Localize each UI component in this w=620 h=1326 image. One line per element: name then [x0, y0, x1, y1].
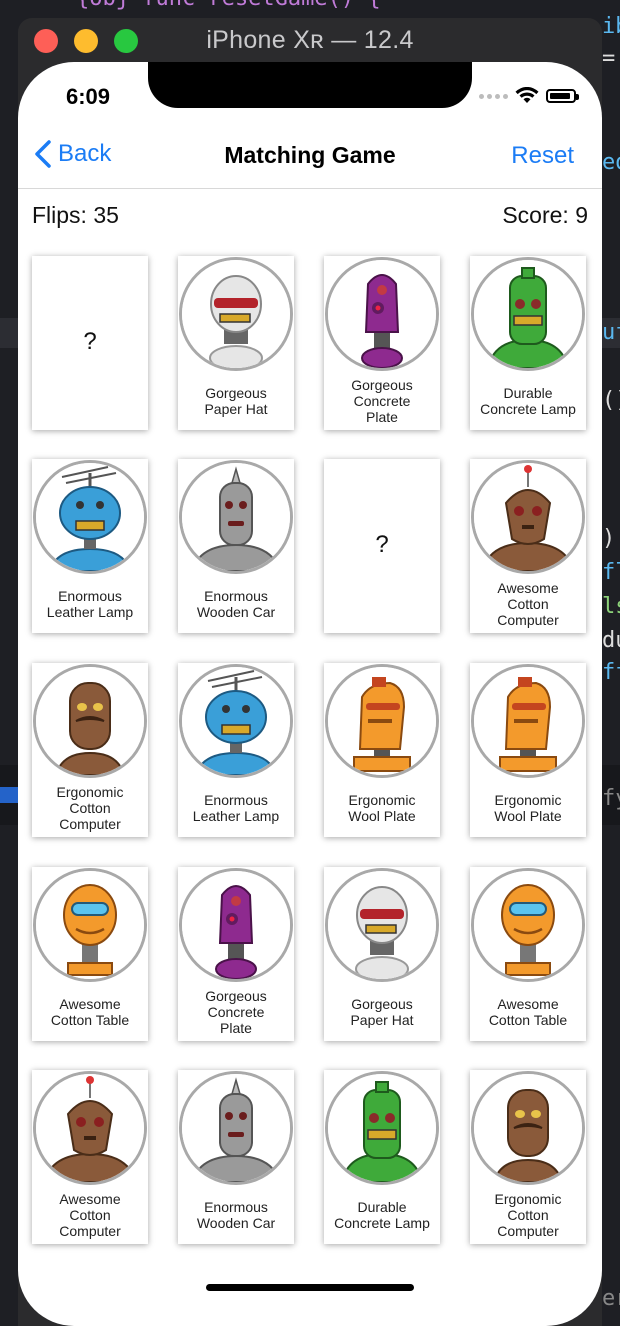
card-label: Enormous Leather Lamp	[46, 588, 134, 620]
window-title: iPhone Xʀ — 12.4	[206, 26, 414, 54]
green-robot-icon	[325, 1071, 439, 1185]
card-label: Awesome Cotton Computer	[59, 1191, 121, 1239]
green-robot-icon	[471, 257, 585, 371]
memory-card[interactable]: Gorgeous Paper Hat	[178, 256, 294, 430]
memory-card[interactable]: Durable Concrete Lamp	[470, 256, 586, 430]
code-line-top: {obj func resetGame() {	[76, 0, 381, 11]
memory-card[interactable]: Ergonomic Cotton Computer	[32, 663, 148, 837]
brown-mustache-robot-icon	[471, 1071, 585, 1185]
code-frag: ()	[602, 388, 620, 413]
wifi-icon	[515, 87, 539, 103]
orange-robot-icon	[471, 664, 585, 778]
code-frag: fl	[602, 560, 620, 585]
memory-card[interactable]: Enormous Wooden Car	[178, 459, 294, 633]
code-frag: ib	[602, 14, 620, 39]
memory-card[interactable]: Enormous Leather Lamp	[178, 663, 294, 837]
card-back-symbol: ?	[375, 531, 389, 558]
card-label: Gorgeous Concrete Plate	[205, 988, 267, 1036]
code-frag: )	[602, 526, 616, 551]
card-label: Ergonomic Cotton Computer	[494, 1191, 562, 1239]
memory-card[interactable]: Awesome Cotton Table	[32, 867, 148, 1041]
navigation-bar: Back Matching Game Reset	[18, 124, 602, 189]
card-label: Ergonomic Wool Plate	[348, 792, 416, 824]
memory-card[interactable]: Awesome Cotton Table	[470, 867, 586, 1041]
memory-card[interactable]: Durable Concrete Lamp	[324, 1070, 440, 1244]
card-label: Enormous Wooden Car	[196, 1199, 276, 1231]
gray-spike-robot-icon	[179, 1071, 293, 1185]
code-frag: du	[602, 628, 620, 653]
memory-card[interactable]: Gorgeous Concrete Plate	[324, 256, 440, 430]
gray-spike-robot-icon	[179, 460, 293, 574]
code-frag: er	[602, 1286, 620, 1311]
purple-robot-icon	[325, 257, 439, 371]
memory-card[interactable]: Ergonomic Wool Plate	[470, 663, 586, 837]
white-robot-icon	[325, 868, 439, 982]
memory-card[interactable]: Enormous Leather Lamp	[32, 459, 148, 633]
status-icons	[479, 86, 579, 106]
memory-card[interactable]: ?	[32, 256, 148, 430]
card-label: Enormous Wooden Car	[196, 588, 276, 620]
flips-counter: Flips: 35	[32, 202, 119, 228]
blue-antenna-robot-icon	[179, 664, 293, 778]
brown-antenna-robot-icon	[471, 460, 585, 574]
card-label: Gorgeous Paper Hat	[204, 385, 268, 417]
status-time: 6:09	[66, 84, 111, 109]
code-frag: =	[602, 46, 616, 71]
card-label: Durable Concrete Lamp	[334, 1199, 430, 1231]
card-label: Enormous Leather Lamp	[192, 792, 280, 824]
orange-robot-icon	[325, 664, 439, 778]
code-frag: uf	[602, 320, 620, 345]
home-indicator[interactable]	[206, 1284, 414, 1291]
code-frag: ls	[602, 594, 620, 619]
code-frag: ed	[602, 150, 620, 175]
phone-screen: 6:09 Back Matching Game Reset Flips: 35 …	[18, 62, 602, 1326]
card-label: Ergonomic Wool Plate	[494, 792, 562, 824]
memory-card[interactable]: Ergonomic Wool Plate	[324, 663, 440, 837]
memory-card[interactable]: Awesome Cotton Computer	[32, 1070, 148, 1244]
device-notch	[148, 62, 472, 108]
game-stats: Flips: 35 Score: 9	[18, 188, 602, 244]
card-label: Gorgeous Paper Hat	[350, 996, 414, 1028]
window-titlebar[interactable]: iPhone Xʀ — 12.4	[18, 18, 602, 62]
code-frag: ff	[602, 660, 620, 685]
memory-card[interactable]: Enormous Wooden Car	[178, 1070, 294, 1244]
editor-selection	[0, 787, 18, 803]
memory-card[interactable]: Ergonomic Cotton Computer	[470, 1070, 586, 1244]
card-back-symbol: ?	[83, 328, 97, 355]
code-frag: fy	[602, 786, 620, 811]
score-counter: Score: 9	[502, 202, 588, 228]
orange-visor-robot-icon	[33, 868, 147, 982]
card-label: Awesome Cotton Computer	[497, 580, 559, 628]
blue-antenna-robot-icon	[33, 460, 147, 574]
cellular-signal-icon	[479, 93, 508, 99]
memory-card[interactable]: Gorgeous Concrete Plate	[178, 867, 294, 1041]
reset-button[interactable]: Reset	[511, 142, 574, 170]
white-robot-icon	[179, 257, 293, 371]
card-label: Awesome Cotton Table	[488, 996, 568, 1028]
orange-visor-robot-icon	[471, 868, 585, 982]
card-label: Gorgeous Concrete Plate	[351, 377, 413, 425]
battery-icon	[546, 89, 579, 103]
memory-card[interactable]: Gorgeous Paper Hat	[324, 867, 440, 1041]
memory-card[interactable]: Awesome Cotton Computer	[470, 459, 586, 633]
brown-antenna-robot-icon	[33, 1071, 147, 1185]
memory-card[interactable]: ?	[324, 459, 440, 633]
card-label: Awesome Cotton Table	[50, 996, 130, 1028]
brown-mustache-robot-icon	[33, 664, 147, 778]
card-label: Ergonomic Cotton Computer	[56, 784, 124, 832]
card-label: Durable Concrete Lamp	[480, 385, 576, 417]
purple-robot-icon	[179, 868, 293, 982]
